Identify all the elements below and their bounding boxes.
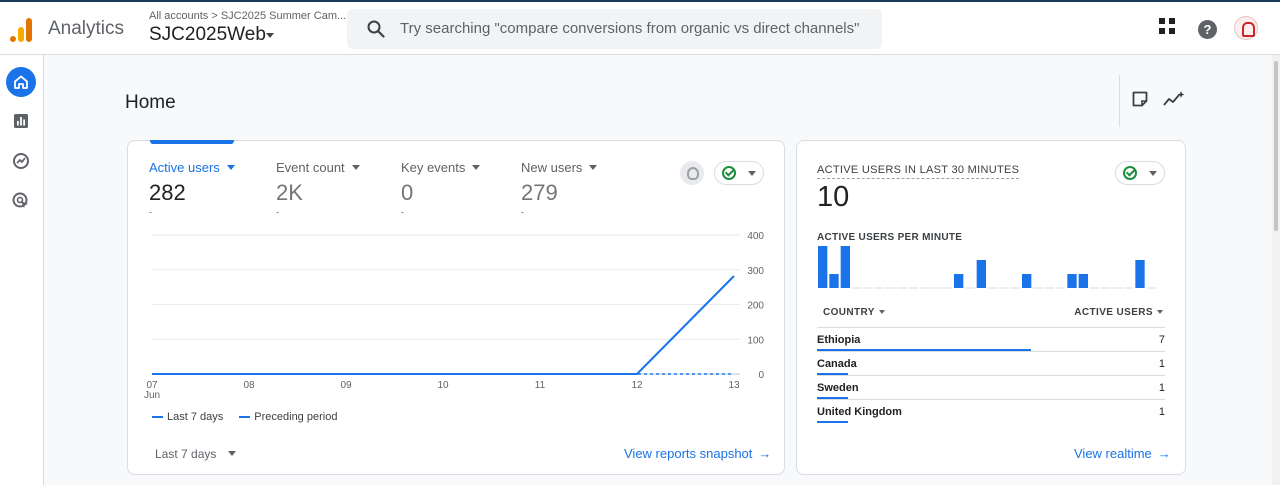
- table-row[interactable]: Canada 1: [817, 351, 1165, 375]
- minute-bar: [1022, 274, 1032, 288]
- country-name: Sweden: [817, 382, 859, 394]
- chevron-down-icon: [1157, 310, 1163, 314]
- account-avatar[interactable]: [1234, 16, 1258, 40]
- x-tick-label: 09: [340, 380, 352, 391]
- share-bar: [817, 421, 848, 423]
- minute-bar: [1078, 274, 1088, 288]
- minute-bar: [976, 260, 986, 288]
- x-tick-sublabel: Jun: [144, 390, 160, 401]
- notes-icon[interactable]: [1131, 90, 1149, 108]
- realtime-active-users-count: 10: [817, 181, 850, 213]
- reports-bar-chart-icon: [14, 114, 28, 128]
- column-header-country[interactable]: COUNTRY: [823, 307, 885, 318]
- home-icon: [14, 75, 28, 89]
- x-tick-label: 13: [728, 380, 740, 391]
- chevron-down-icon: [878, 310, 885, 314]
- legend-item-last-7-days: Last 7 days: [152, 411, 223, 423]
- arrow-right-icon: →: [1157, 446, 1171, 461]
- x-tick-label: 08: [243, 380, 255, 391]
- app-name[interactable]: Analytics: [48, 18, 124, 40]
- apps-grid-icon[interactable]: [1159, 18, 1175, 34]
- account-breadcrumb[interactable]: All accounts > SJC2025 Summer Cam...: [149, 10, 346, 22]
- country-users: 1: [1158, 382, 1165, 394]
- chevron-down-icon: [228, 451, 237, 456]
- nav-home-button[interactable]: [6, 67, 36, 97]
- country-users: 7: [1158, 334, 1165, 346]
- check-circle-icon: [1123, 166, 1137, 180]
- nav-advertising-button[interactable]: [6, 186, 36, 216]
- legend-item-preceding-period: Preceding period: [239, 411, 337, 423]
- realtime-title[interactable]: ACTIVE USERS IN LAST 30 MINUTES: [817, 164, 1020, 179]
- advertising-target-icon: [12, 192, 28, 208]
- minute-bar: [1135, 260, 1145, 288]
- search-icon: [367, 20, 385, 38]
- minute-bar: [1067, 274, 1077, 288]
- top-app-bar: Analytics All accounts > SJC2025 Summer …: [0, 0, 1280, 55]
- x-tick-label: 10: [437, 380, 449, 391]
- y-tick-label: 400: [747, 231, 764, 242]
- realtime-data-status[interactable]: [1115, 161, 1165, 185]
- view-realtime-link[interactable]: View realtime →: [1074, 446, 1171, 461]
- property-dropdown-icon[interactable]: [266, 33, 274, 38]
- toolbar-divider: [1119, 75, 1120, 127]
- country-name: Canada: [817, 358, 857, 370]
- x-tick-label: 11: [535, 380, 546, 391]
- explore-icon: [13, 153, 29, 169]
- y-tick-label: 200: [747, 301, 764, 312]
- help-icon[interactable]: ?: [1198, 20, 1217, 39]
- country-name: United Kingdom: [817, 406, 902, 418]
- nav-reports-button[interactable]: [6, 106, 36, 136]
- country-name: Ethiopia: [817, 334, 861, 346]
- table-row[interactable]: Ethiopia 7: [817, 327, 1165, 351]
- page-scrollbar[interactable]: [1272, 55, 1280, 485]
- table-row[interactable]: Sweden 1: [817, 375, 1165, 399]
- chevron-down-icon: [1149, 171, 1157, 176]
- insights-sparkle-icon[interactable]: [1163, 90, 1185, 108]
- minute-bar: [829, 274, 839, 288]
- page-title: Home: [125, 92, 176, 113]
- left-nav-rail: [0, 55, 44, 485]
- minute-bar: [840, 246, 850, 288]
- nav-explore-button[interactable]: [6, 146, 36, 176]
- minute-bar: [954, 274, 964, 288]
- column-header-active-users[interactable]: ACTIVE USERS: [1074, 307, 1163, 318]
- view-reports-snapshot-link[interactable]: View reports snapshot →: [624, 446, 771, 461]
- series-line-last-7-days: [152, 275, 735, 375]
- overview-card: Active users 282 - Event count 2K - Key …: [127, 140, 785, 475]
- y-tick-label: 0: [758, 370, 764, 381]
- y-tick-label: 100: [747, 335, 764, 346]
- country-users: 1: [1158, 358, 1165, 370]
- realtime-card: ACTIVE USERS IN LAST 30 MINUTES 10 ACTIV…: [796, 140, 1186, 475]
- date-range-selector[interactable]: Last 7 days: [155, 447, 237, 461]
- arrow-right-icon: →: [758, 446, 772, 461]
- table-row[interactable]: United Kingdom 1: [817, 399, 1165, 423]
- active-users-line-chart: 010020030040007 08 09 10 11 12 13Jun: [144, 231, 765, 401]
- per-minute-label: ACTIVE USERS PER MINUTE: [817, 232, 963, 243]
- y-tick-label: 300: [747, 266, 764, 277]
- chart-legend: Last 7 days Preceding period: [152, 411, 337, 423]
- minute-bar: [818, 246, 828, 288]
- users-per-minute-bar-chart: [818, 246, 1156, 289]
- x-tick-label: 12: [631, 380, 643, 391]
- search-bar[interactable]: Try searching "compare conversions from …: [347, 9, 882, 49]
- search-placeholder[interactable]: Try searching "compare conversions from …: [400, 20, 859, 37]
- analytics-logo-icon[interactable]: [10, 16, 32, 42]
- property-selector[interactable]: SJC2025Web: [149, 24, 266, 46]
- country-users: 1: [1158, 406, 1165, 418]
